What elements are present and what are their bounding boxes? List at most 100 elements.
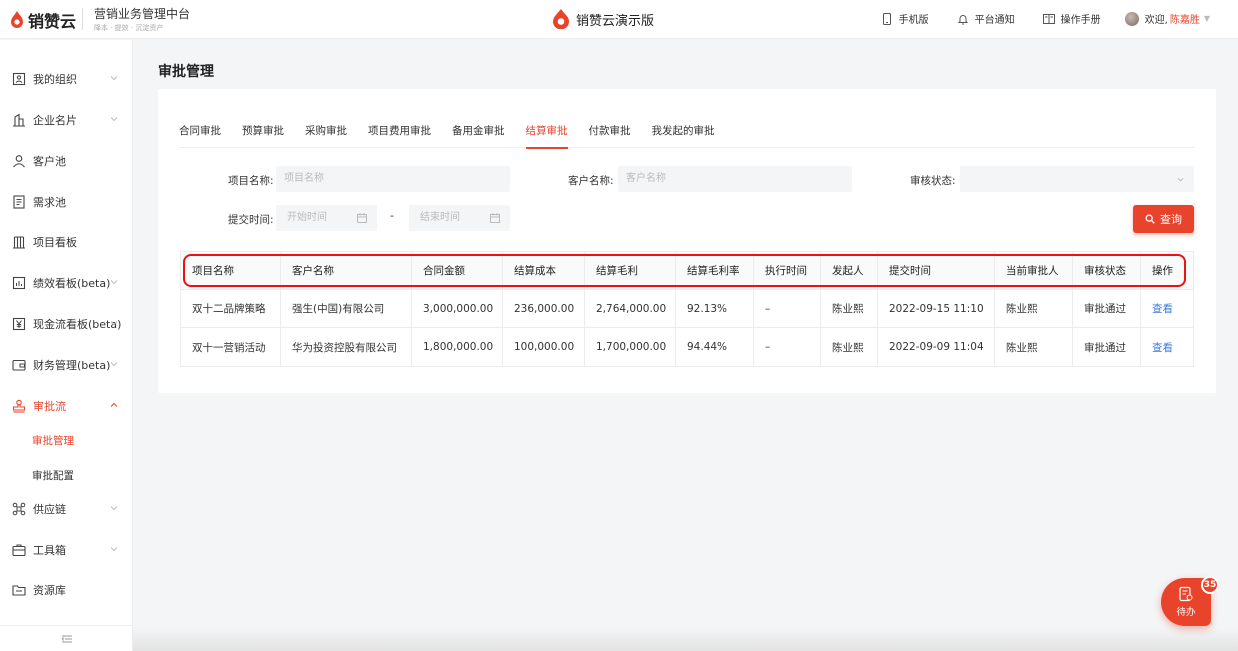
sidebar-item-project-board[interactable]: 项目看板 — [0, 222, 133, 262]
end-date-picker[interactable]: 结束时间 — [409, 205, 510, 231]
todo-count-badge: 35 — [1201, 576, 1219, 594]
start-date-placeholder: 开始时间 — [287, 212, 327, 223]
cell-profit-rate: 94.44% — [676, 328, 754, 366]
sidebar-item-label: 客户池 — [33, 155, 66, 168]
page-title: 审批管理 — [158, 64, 214, 80]
sidebar-item-supply-chain[interactable]: 供应链 — [0, 489, 133, 529]
org-icon — [12, 72, 26, 86]
view-link[interactable]: 查看 — [1152, 301, 1173, 316]
sidebar-item-customer-pool[interactable]: 客户池 — [0, 141, 133, 181]
cell-text: 陈业熙 — [832, 341, 864, 354]
sidebar-item-performance-board[interactable]: 绩效看板(beta) — [0, 263, 133, 303]
platform-title: 营销业务管理中台 — [94, 7, 191, 21]
todo-button[interactable]: 待办 35 — [1161, 576, 1219, 626]
chevron-down-icon — [110, 547, 118, 552]
top-bar: 销赞云 营销业务管理中台 降本 · 提效 · 沉淀资产 销赞云演示版 手机版 平… — [0, 0, 1238, 39]
customer-name-input[interactable] — [618, 166, 852, 192]
cell-text: 审批通过 — [1084, 341, 1126, 354]
sidebar-subitem-approval-manage[interactable]: 审批管理 — [32, 433, 74, 448]
tab-petty-cash[interactable]: 备用金审批 — [452, 124, 505, 148]
logo-text: 销赞云 — [28, 12, 77, 31]
customer-name-label: 客户名称: — [568, 175, 614, 187]
sidebar-item-finance[interactable]: 财务管理(beta) — [0, 345, 133, 385]
notification-label: 平台通知 — [974, 15, 1015, 26]
logo[interactable]: 销赞云 — [10, 8, 76, 32]
chart-icon — [12, 276, 26, 290]
cell-text: 2,764,000.00 — [596, 302, 667, 315]
cell-execution-time: – — [754, 290, 821, 327]
cell-action[interactable]: 查看 — [1141, 290, 1195, 327]
sidebar-item-label: 财务管理(beta) — [33, 359, 111, 372]
sidebar-item-demand-pool[interactable]: 需求池 — [0, 182, 133, 222]
avatar — [1124, 11, 1139, 26]
notification-link[interactable]: 平台通知 — [957, 11, 1015, 26]
cell-settlement-profit: 1,700,000.00 — [585, 328, 676, 366]
mobile-version-link[interactable]: 手机版 — [881, 11, 929, 26]
cell-text: 94.44% — [687, 341, 728, 353]
tab-payment[interactable]: 付款审批 — [589, 124, 631, 148]
chevron-down-icon — [110, 506, 118, 511]
collapse-sidebar-button[interactable] — [0, 625, 133, 651]
tab-contract[interactable]: 合同审批 — [179, 124, 221, 148]
sidebar-subitem-approval-config[interactable]: 审批配置 — [32, 468, 74, 483]
platform-subtitle: 降本 · 提效 · 沉淀资产 — [94, 24, 164, 32]
query-button[interactable]: 查询 — [1133, 205, 1194, 233]
cell-text: 236,000.00 — [514, 302, 575, 315]
query-button-label: 查询 — [1160, 213, 1182, 226]
chevron-down-icon — [110, 280, 118, 285]
sidebar-item-label: 工具箱 — [33, 544, 66, 557]
project-name-input[interactable] — [276, 166, 510, 192]
chevron-down-icon — [110, 362, 118, 367]
cell-profit-rate: 92.13% — [676, 290, 754, 327]
content-card: 合同审批 预算审批 采购审批 项目费用审批 备用金审批 结算审批 付款审批 我发… — [158, 89, 1216, 393]
sidebar-item-my-org[interactable]: 我的组织 — [0, 59, 133, 99]
sidebar-item-cashflow-board[interactable]: 现金流看板(beta) — [0, 304, 133, 344]
caret-down-icon: ▼ — [1203, 14, 1210, 23]
tab-my-initiated[interactable]: 我发起的审批 — [652, 124, 715, 148]
tab-budget[interactable]: 预算审批 — [242, 124, 284, 148]
bottom-shade — [133, 627, 1238, 651]
chevron-down-icon — [1177, 177, 1184, 182]
sidebar-item-resources[interactable]: 资源库 — [0, 570, 133, 610]
end-date-placeholder: 结束时间 — [420, 212, 460, 223]
header-highlight-annotation — [183, 254, 1186, 287]
sidebar-item-label: 供应链 — [33, 503, 66, 516]
manual-link[interactable]: 操作手册 — [1042, 11, 1101, 26]
sidebar-item-company-card[interactable]: 企业名片 — [0, 100, 133, 140]
sidebar-item-approval-flow[interactable]: 审批流 — [0, 386, 133, 426]
divider — [82, 8, 83, 30]
tab-purchase[interactable]: 采购审批 — [305, 124, 347, 148]
todo-label: 待办 — [1176, 607, 1196, 618]
sidebar-item-label: 绩效看板(beta) — [33, 277, 111, 290]
cell-execution-time: – — [754, 328, 821, 366]
cell-project-name: 双十二品牌策略 — [181, 290, 281, 327]
view-link[interactable]: 查看 — [1152, 340, 1173, 355]
tab-project-expense[interactable]: 项目费用审批 — [368, 124, 431, 148]
welcome-text: 欢迎, — [1144, 15, 1168, 26]
sidebar-item-label: 需求池 — [33, 196, 66, 209]
sidebar: 我的组织 企业名片 客户池 需求池 项目看板 绩效看板(beta) 现金流看板(… — [0, 40, 133, 651]
tab-settlement[interactable]: 结算审批 — [525, 124, 568, 149]
start-date-picker[interactable]: 开始时间 — [276, 205, 377, 231]
center-brand-text: 销赞云演示版 — [576, 13, 655, 29]
status-select[interactable] — [960, 166, 1194, 192]
cell-action[interactable]: 查看 — [1141, 328, 1195, 366]
submit-time-label: 提交时间: — [228, 214, 274, 226]
cell-text: 双十二品牌策略 — [192, 303, 266, 315]
user-menu[interactable]: 欢迎, 陈嘉胜 ▼ — [1124, 11, 1210, 26]
todo-icon — [1179, 586, 1193, 602]
wallet-icon — [12, 359, 26, 371]
chevron-down-icon — [110, 117, 118, 122]
mobile-version-label: 手机版 — [898, 15, 929, 26]
sidebar-item-toolbox[interactable]: 工具箱 — [0, 530, 133, 570]
chevron-up-icon — [110, 402, 118, 407]
calendar-icon — [490, 213, 500, 223]
brand-logo-icon — [553, 9, 569, 29]
folder-icon — [12, 585, 26, 596]
toolbox-icon — [12, 544, 26, 557]
logo-mark-icon — [11, 11, 23, 28]
cell-text: 92.13% — [687, 302, 728, 315]
stamp-icon — [12, 399, 26, 413]
cell-customer-name: 华为投资控股有限公司 — [281, 328, 412, 366]
collapse-icon — [61, 635, 72, 642]
